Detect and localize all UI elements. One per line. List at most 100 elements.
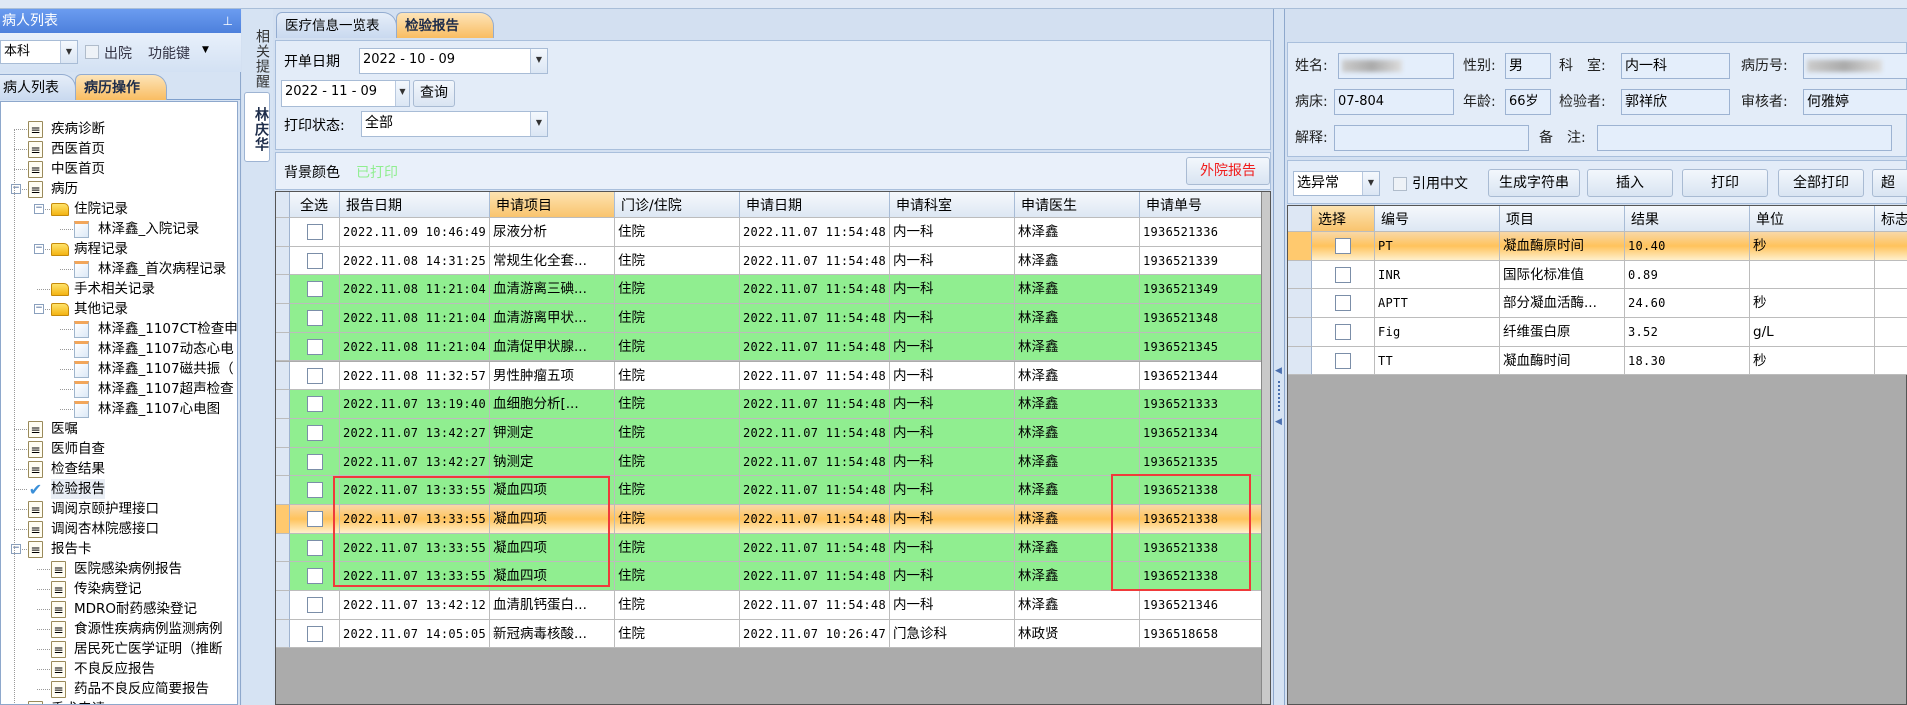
tree-node[interactable]: ≡ 检查结果 bbox=[1, 459, 237, 479]
row-select-cell[interactable] bbox=[1312, 232, 1375, 261]
row-indicator[interactable] bbox=[276, 505, 290, 534]
external-report-button[interactable]: 外院报告 bbox=[1186, 157, 1270, 185]
row-checkbox[interactable] bbox=[306, 310, 323, 327]
vertical-scrollbar[interactable] bbox=[1261, 192, 1270, 704]
row-checkbox[interactable] bbox=[306, 597, 323, 614]
row-checkbox[interactable] bbox=[306, 281, 323, 298]
table-row[interactable]: 2022.11.07 14:05:05 新冠病毒核酸... 住院 2022.11.07… bbox=[276, 619, 1265, 649]
row-checkbox[interactable] bbox=[306, 252, 323, 269]
row-indicator[interactable] bbox=[276, 533, 290, 563]
row-indicator[interactable] bbox=[276, 418, 290, 448]
row-checkbox[interactable] bbox=[1335, 238, 1351, 254]
row-select-cell[interactable] bbox=[290, 591, 340, 620]
tree-node[interactable]: 林泽鑫_1107CT检查申 bbox=[1, 319, 237, 339]
row-checkbox[interactable] bbox=[306, 338, 323, 355]
query-button[interactable]: 查询 bbox=[413, 80, 455, 107]
tree-node[interactable]: − 病程记录 bbox=[1, 239, 237, 259]
table-row[interactable]: 2022.11.09 10:46:49 尿液分析 住院 2022.11.07 11:5… bbox=[276, 218, 1265, 247]
print-button[interactable]: 打印 bbox=[1682, 169, 1768, 197]
age-field[interactable]: 66岁 bbox=[1505, 89, 1551, 115]
generate-string-button[interactable]: 生成字符串 bbox=[1488, 169, 1580, 197]
row-indicator[interactable] bbox=[276, 591, 290, 620]
pin-icon[interactable]: ⊥ bbox=[223, 9, 233, 33]
result-row[interactable]: INR 国际化标准值 0.89 bbox=[1288, 260, 1907, 290]
column-header[interactable]: 报告日期 bbox=[340, 192, 490, 218]
more-button[interactable]: 超 bbox=[1872, 169, 1907, 197]
tree-node[interactable]: ≡ 食源性疾病病例监测病例 bbox=[1, 619, 237, 639]
row-indicator[interactable] bbox=[276, 562, 290, 592]
tree-node[interactable]: 林泽鑫_1107超声检查 bbox=[1, 379, 237, 399]
start-date-picker[interactable]: 2022 - 10 - 09 ▼ bbox=[359, 48, 548, 74]
row-checkbox[interactable] bbox=[306, 625, 323, 642]
tab-record-operations[interactable]: 病历操作 bbox=[75, 74, 167, 100]
tree-node[interactable]: ✔ 检验报告 bbox=[1, 479, 237, 499]
tree-node[interactable]: ≡ 调阅杏林院感接口 bbox=[1, 519, 237, 539]
tree-node[interactable]: − 住院记录 bbox=[1, 199, 237, 219]
row-indicator[interactable] bbox=[276, 361, 290, 391]
column-header[interactable] bbox=[1288, 206, 1312, 232]
gender-field[interactable]: 男 bbox=[1505, 53, 1551, 79]
row-select-cell[interactable] bbox=[1312, 260, 1375, 290]
tree-node[interactable]: ≡ 不良反应报告 bbox=[1, 659, 237, 679]
row-indicator[interactable] bbox=[276, 619, 290, 649]
end-date-picker[interactable]: 2022 - 11 - 09 ▼ bbox=[281, 80, 410, 107]
row-checkbox[interactable] bbox=[306, 453, 323, 470]
row-indicator[interactable] bbox=[276, 218, 290, 247]
row-indicator[interactable] bbox=[1288, 289, 1312, 319]
tab-patient-list[interactable]: 病人列表 bbox=[0, 74, 76, 100]
tree-node[interactable]: − ≡ 病历 bbox=[1, 179, 237, 199]
cite-chinese-checkbox[interactable] bbox=[1393, 177, 1407, 191]
column-header[interactable]: 项目 bbox=[1500, 206, 1625, 232]
discharged-checkbox[interactable] bbox=[85, 45, 99, 59]
table-row[interactable]: 2022.11.08 11:21:04 血清游离三碘... 住院 2022.11.07… bbox=[276, 275, 1265, 305]
column-header[interactable]: 结果 bbox=[1625, 206, 1750, 232]
row-indicator[interactable] bbox=[276, 246, 290, 276]
column-header[interactable]: 申请医生 bbox=[1015, 192, 1140, 218]
abnormal-filter-select[interactable]: 选异常 ▼ bbox=[1293, 171, 1380, 196]
result-row[interactable]: PT 凝血酶原时间 10.40 秒 bbox=[1288, 232, 1907, 261]
row-select-cell[interactable] bbox=[1312, 289, 1375, 319]
column-header[interactable]: 选择 bbox=[1312, 206, 1375, 232]
row-select-cell[interactable] bbox=[290, 447, 340, 477]
row-indicator[interactable] bbox=[276, 390, 290, 419]
print-all-button[interactable]: 全部打印 bbox=[1778, 169, 1864, 197]
side-tab-patient[interactable]: 林庆华 bbox=[244, 92, 270, 162]
row-indicator[interactable] bbox=[1288, 346, 1312, 376]
row-checkbox[interactable] bbox=[1335, 352, 1351, 369]
tree-node[interactable]: ≡ 手术申请 bbox=[1, 699, 237, 704]
bed-field[interactable]: 07-804 bbox=[1334, 89, 1454, 115]
collapse-toggle-icon[interactable]: − bbox=[34, 304, 44, 314]
row-select-cell[interactable] bbox=[1312, 318, 1375, 347]
column-header[interactable]: 编号 bbox=[1375, 206, 1500, 232]
collapse-toggle-icon[interactable]: − bbox=[34, 244, 44, 254]
row-checkbox[interactable] bbox=[1335, 295, 1351, 312]
table-row[interactable]: 2022.11.07 13:42:12 血清肌钙蛋白... 住院 2022.11.07… bbox=[276, 591, 1265, 620]
tree-node[interactable]: 林泽鑫_1107动态心电 bbox=[1, 339, 237, 359]
collapse-toggle-icon[interactable]: − bbox=[11, 184, 21, 194]
row-select-cell[interactable] bbox=[290, 218, 340, 247]
tree-node[interactable]: 林泽鑫_入院记录 bbox=[1, 219, 237, 239]
column-header[interactable]: 标志 bbox=[1875, 206, 1907, 232]
tree-node[interactable]: − 其他记录 bbox=[1, 299, 237, 319]
row-checkbox[interactable] bbox=[1335, 324, 1351, 341]
row-checkbox[interactable] bbox=[306, 396, 323, 413]
row-indicator[interactable] bbox=[276, 332, 290, 362]
tree-node[interactable]: − ≡ 报告卡 bbox=[1, 539, 237, 559]
column-header[interactable]: 全选 bbox=[290, 192, 340, 218]
column-header[interactable]: 申请科室 bbox=[890, 192, 1015, 218]
tree-node[interactable]: ≡ 中医首页 bbox=[1, 159, 237, 179]
row-select-cell[interactable] bbox=[290, 275, 340, 305]
row-select-cell[interactable] bbox=[290, 304, 340, 333]
tree-node[interactable]: 手术相关记录 bbox=[1, 279, 237, 299]
column-header[interactable]: 单位 bbox=[1750, 206, 1875, 232]
tree-node[interactable]: ≡ 传染病登记 bbox=[1, 579, 237, 599]
splitter[interactable]: ◀ ◀ bbox=[1273, 9, 1285, 705]
row-indicator[interactable] bbox=[276, 476, 290, 505]
tree-node[interactable]: ≡ 调阅京颐护理接口 bbox=[1, 499, 237, 519]
table-row[interactable]: 2022.11.07 13:42:27 钠测定 住院 2022.11.07 11:54… bbox=[276, 447, 1265, 477]
row-checkbox[interactable] bbox=[306, 539, 323, 556]
result-row[interactable]: TT 凝血酶时间 18.30 秒 bbox=[1288, 346, 1907, 376]
collapse-left-icon[interactable]: ◀ bbox=[1275, 366, 1282, 376]
tree-node[interactable]: 林泽鑫_首次病程记录 bbox=[1, 259, 237, 279]
tab-lab-report[interactable]: 检验报告 bbox=[396, 12, 494, 38]
